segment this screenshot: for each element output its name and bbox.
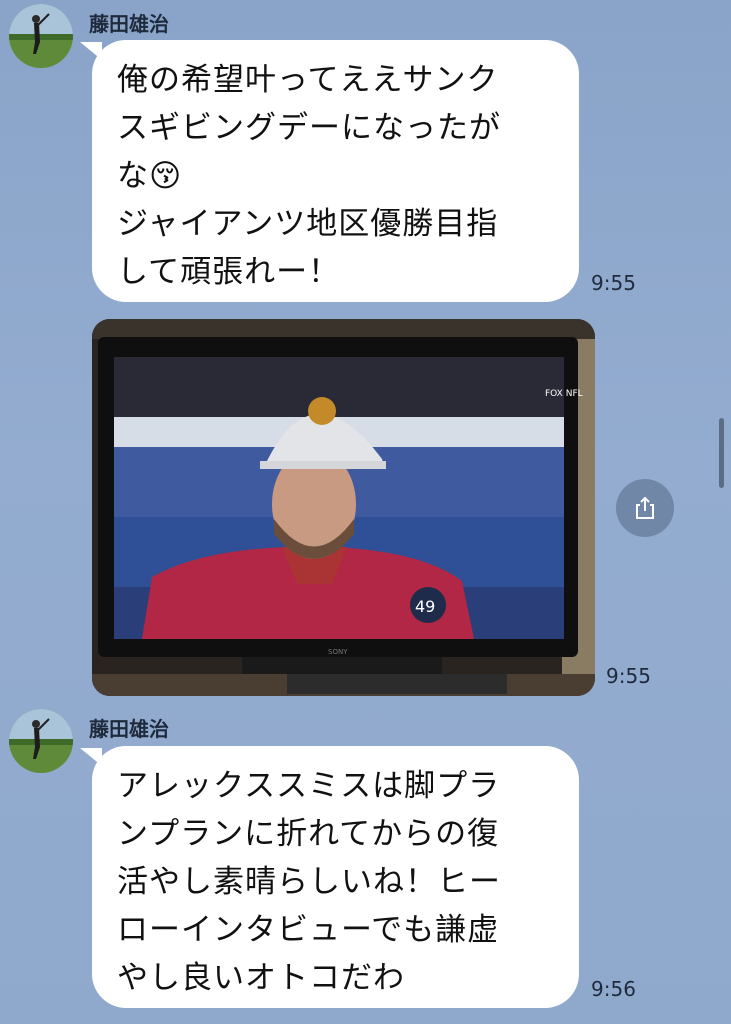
message-line: 活やし素晴らしいね！ヒー — [117, 864, 501, 900]
message-line: ジャイアンツ地区優勝目指 — [117, 206, 499, 242]
message-line: な😚 — [117, 158, 183, 194]
message-photo[interactable]: FOX NFL 49 SONY — [92, 319, 595, 696]
message-line: して頑張れー！ — [117, 254, 341, 290]
tv-brand: SONY — [328, 648, 348, 656]
sender-name: 藤田雄治 — [89, 717, 169, 741]
message-bubble[interactable]: アレックススミスは脚プラ ンプランに折れてからの復 活やし素晴らしいね！ヒー ロ… — [92, 746, 579, 1008]
message-bubble[interactable]: 俺の希望叶ってええサンク スギビングデーになったが な😚 ジャイアンツ地区優勝目… — [92, 40, 579, 302]
message-line: ローインタビューでも謙虚 — [117, 912, 500, 948]
message-timestamp: 9:56 — [591, 977, 636, 1001]
share-icon — [636, 496, 654, 519]
jersey-number: 49 — [415, 597, 435, 616]
message-line: スギビングデーになったが — [117, 110, 501, 146]
share-button[interactable] — [616, 479, 674, 537]
network-logo: FOX NFL — [545, 389, 583, 399]
sender-name: 藤田雄治 — [89, 12, 169, 36]
message-line: ンプランに折れてからの復 — [117, 816, 500, 852]
message-line: アレックススミスは脚プラ — [117, 768, 501, 804]
message-timestamp: 9:55 — [591, 271, 636, 295]
message-line: やし良いオトコだわ — [117, 960, 405, 996]
avatar[interactable] — [9, 709, 73, 773]
avatar[interactable] — [9, 4, 73, 68]
message-timestamp: 9:55 — [606, 664, 651, 688]
scrollbar[interactable] — [719, 418, 724, 488]
message-line: 俺の希望叶ってええサンク — [117, 62, 499, 98]
